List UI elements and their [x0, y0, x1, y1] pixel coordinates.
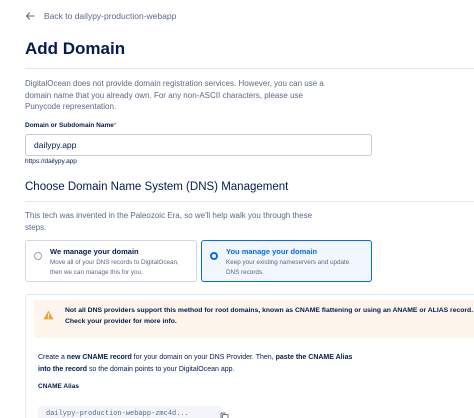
instr-part-1: Create a	[38, 354, 67, 361]
cname-alias-value[interactable]: dailypy-production-webapp-zmc4d...	[38, 406, 222, 418]
dns-section-description: This tech was invented in the Paleozoic …	[25, 211, 313, 232]
instr-bold-1: new CNAME record	[66, 354, 132, 361]
option-description: Keep your existing nameservers and updat…	[226, 259, 350, 276]
cname-instructions: Create a new CNAME record for your domai…	[38, 352, 358, 375]
intro-text: DigitalOcean does not provide domain reg…	[25, 79, 324, 111]
option-title: You manage your domain	[226, 247, 318, 256]
option-you-manage[interactable]: You manage your domain Keep your existin…	[201, 240, 372, 282]
domain-url-hint: https://dailypy.app	[25, 158, 77, 165]
back-link[interactable]: Back to dailypy-production-webapp	[25, 11, 176, 21]
dns-provider-panel: Not all DNS providers support this metho…	[25, 294, 474, 418]
radio-we-manage[interactable]	[34, 252, 42, 260]
page-title: Add Domain	[25, 39, 126, 58]
option-you-manage-body: You manage your domain Keep your existin…	[226, 247, 363, 276]
copy-icon[interactable]	[220, 412, 229, 418]
domain-input[interactable]	[25, 134, 372, 156]
instr-part-2: for your domain on your DNS Provider. Th…	[131, 354, 276, 361]
domain-label-text: Domain or Subdomain Name	[25, 122, 114, 129]
radio-you-manage[interactable]	[210, 252, 218, 260]
warning-icon	[43, 310, 54, 320]
warning-box: Not all DNS providers support this metho…	[34, 300, 474, 338]
option-description: Move all of your DNS records to DigitalO…	[50, 259, 179, 276]
title-divider	[25, 68, 474, 69]
warning-text: Not all DNS providers support this metho…	[65, 307, 474, 325]
dns-section-title: Choose Domain Name System (DNS) Manageme…	[25, 181, 289, 193]
required-mark: *	[113, 122, 117, 129]
option-we-manage[interactable]: We manage your domain Move all of your D…	[25, 240, 197, 282]
cname-alias-label: CNAME Alias	[38, 383, 79, 390]
option-we-manage-body: We manage your domain Move all of your D…	[50, 247, 188, 276]
arrow-left-icon	[25, 12, 35, 20]
section-divider	[25, 201, 474, 202]
domain-field-label: Domain or Subdomain Name*	[25, 122, 116, 129]
back-link-label: Back to dailypy-production-webapp	[44, 11, 177, 21]
option-title: We manage your domain	[50, 247, 139, 256]
instr-part-3: so the domain points to your DigitalOcea…	[87, 365, 235, 373]
